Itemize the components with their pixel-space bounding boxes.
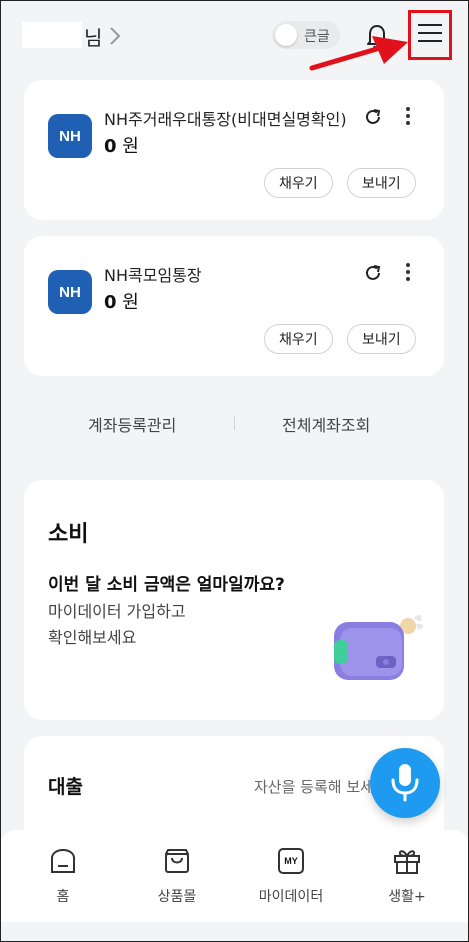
more-options-icon[interactable]	[398, 104, 418, 128]
fill-button[interactable]: 채우기	[264, 168, 333, 198]
nh-bank-logo: NH	[48, 114, 92, 158]
bottom-navigation: 홈 상품몰 MY 마이데이터 생활+	[0, 830, 469, 922]
send-button[interactable]: 보내기	[347, 168, 416, 198]
chevron-right-icon[interactable]	[108, 26, 122, 46]
highlight-box	[408, 10, 452, 60]
wallet-icon	[334, 615, 424, 680]
nav-label: 생활+	[388, 889, 426, 905]
send-button[interactable]: 보내기	[347, 324, 416, 354]
nav-label: 홈	[56, 889, 70, 905]
nav-item-home[interactable]: 홈	[18, 844, 108, 908]
balance-amount: 0	[104, 292, 117, 313]
spending-description: 마이데이터 가입하고	[48, 602, 186, 621]
mydata-icon: MY	[278, 848, 304, 874]
loan-title: 대출	[48, 776, 83, 798]
refresh-icon[interactable]	[362, 106, 384, 128]
account-name[interactable]: NH콕모임통장	[104, 262, 202, 286]
spending-question: 이번 달 소비 금액은 얼마일까요?	[48, 575, 285, 595]
top-header: 님 큰글	[0, 0, 469, 72]
loan-description: 자산을 등록해 보세요	[254, 778, 388, 796]
account-card[interactable]: NH NH주거래우대통장(비대면실명확인) 0 원 채우기 보내기	[24, 80, 444, 220]
redacted-username	[22, 22, 82, 48]
balance-amount: 0	[104, 136, 117, 157]
account-balance: 0 원	[104, 132, 139, 158]
refresh-icon[interactable]	[362, 262, 384, 284]
balance-unit: 원	[122, 136, 139, 157]
account-card[interactable]: NH NH콕모임통장 0 원 채우기 보내기	[24, 236, 444, 376]
fill-button[interactable]: 채우기	[264, 324, 333, 354]
nh-bank-logo: NH	[48, 270, 92, 314]
home-icon	[51, 848, 75, 873]
toggle-knob	[275, 24, 297, 46]
nav-item-life[interactable]: 생활+	[362, 844, 452, 908]
nav-label: 상품몰	[157, 889, 197, 905]
nav-item-shop[interactable]: 상품몰	[132, 844, 222, 908]
nav-item-mydata[interactable]: MY 마이데이터	[246, 844, 336, 908]
account-name[interactable]: NH주거래우대통장(비대면실명확인)	[104, 106, 347, 130]
nav-label: 마이데이터	[258, 889, 324, 905]
spending-description: 확인해보세요	[48, 628, 137, 647]
user-name-suffix[interactable]: 님	[84, 22, 102, 51]
divider	[234, 416, 235, 430]
microphone-icon	[391, 764, 419, 802]
balance-unit: 원	[122, 292, 139, 313]
all-accounts-link[interactable]: 전체계좌조회	[282, 412, 370, 436]
gift-icon	[394, 850, 420, 874]
spending-card[interactable]: 소비 이번 달 소비 금액은 얼마일까요? 마이데이터 가입하고 확인해보세요	[24, 480, 444, 720]
shopping-bag-icon	[165, 849, 189, 873]
spending-title: 소비	[48, 522, 89, 547]
red-arrow-annotation	[309, 36, 408, 71]
account-links: 계좌등록관리 전체계좌조회	[0, 404, 469, 440]
account-registration-link[interactable]: 계좌등록관리	[88, 412, 176, 436]
voice-assistant-button[interactable]	[370, 748, 440, 818]
account-balance: 0 원	[104, 288, 139, 314]
more-options-icon[interactable]	[398, 260, 418, 284]
